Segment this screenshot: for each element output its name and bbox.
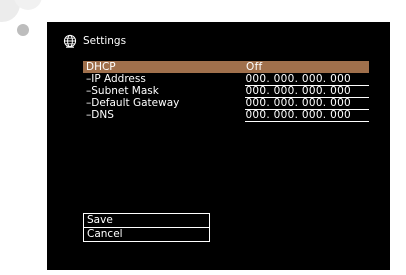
title-bar: Settings — [63, 33, 126, 49]
setting-row-default-gateway[interactable]: –Default Gateway 000. 000. 000. 000 — [83, 97, 369, 110]
settings-screen: Settings DHCP Off –IP Address 000. 000. … — [47, 22, 390, 270]
setting-label: –Subnet Mask — [86, 85, 159, 97]
save-button[interactable]: Save — [84, 214, 209, 227]
setting-label: –DNS — [86, 109, 114, 121]
settings-list: DHCP Off –IP Address 000. 000. 000. 000 … — [83, 61, 369, 122]
setting-value: Off — [246, 61, 263, 73]
setting-row-dhcp[interactable]: DHCP Off — [83, 61, 369, 73]
setting-value: 000. 000. 000. 000 — [245, 109, 369, 122]
cancel-button[interactable]: Cancel — [84, 227, 209, 241]
setting-label: –Default Gateway — [86, 97, 180, 109]
setting-row-subnet-mask[interactable]: –Subnet Mask 000. 000. 000. 000 — [83, 85, 369, 98]
globe-icon — [63, 34, 77, 48]
setting-label: DHCP — [86, 61, 116, 73]
setting-label: –IP Address — [86, 73, 146, 85]
setting-row-ip-address[interactable]: –IP Address 000. 000. 000. 000 — [83, 73, 369, 86]
action-buttons: Save Cancel — [83, 213, 210, 242]
page-title: Settings — [83, 35, 127, 47]
setting-row-dns[interactable]: –DNS 000. 000. 000. 000 — [83, 109, 369, 122]
